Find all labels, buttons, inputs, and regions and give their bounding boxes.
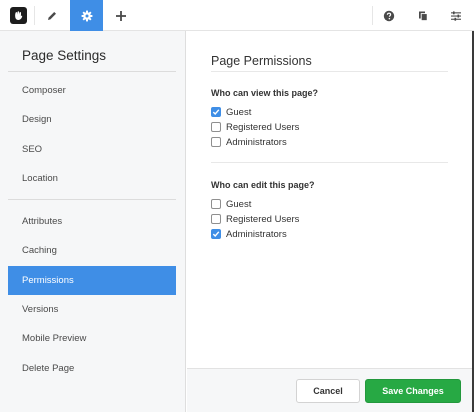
view-registered-users-option[interactable]: Registered Users — [211, 120, 299, 134]
sidebar-item-composer[interactable]: Composer — [8, 76, 176, 105]
edit-section-label: Who can edit this page? — [211, 180, 315, 190]
sidebar-item-design[interactable]: Design — [8, 105, 176, 134]
help-icon — [383, 10, 395, 21]
edit-guest-option[interactable]: Guest — [211, 197, 251, 211]
add-content-button[interactable] — [104, 0, 137, 31]
view-registered-users-checkbox[interactable] — [211, 122, 221, 132]
section-divider — [211, 162, 448, 163]
option-label: Registered Users — [226, 121, 300, 133]
page-settings-button[interactable] — [70, 0, 103, 31]
top-toolbar — [0, 0, 474, 31]
pencil-icon — [48, 11, 56, 20]
sidebar-item-delete-page[interactable]: Delete Page — [8, 354, 176, 383]
option-label: Administrators — [226, 228, 287, 240]
sidebar-item-label: Delete Page — [22, 363, 75, 374]
help-button[interactable] — [374, 0, 404, 31]
sitemap-button[interactable] — [408, 0, 438, 31]
sidebar-item-caching[interactable]: Caching — [8, 236, 176, 265]
sidebar-item-label: Mobile Preview — [22, 333, 87, 344]
concrete-logo-button[interactable] — [4, 0, 32, 31]
edit-registered-users-option[interactable]: Registered Users — [211, 212, 299, 226]
view-section-label: Who can view this page? — [211, 88, 319, 98]
view-administrators-checkbox[interactable] — [211, 137, 221, 147]
sidebar-title: Page Settings — [22, 48, 107, 63]
option-label: Registered Users — [226, 213, 300, 225]
edit-administrators-checkbox[interactable] — [211, 229, 221, 239]
option-label: Guest — [226, 198, 252, 210]
toolbar-divider — [34, 6, 35, 25]
view-administrators-option[interactable]: Administrators — [211, 135, 287, 149]
gear-icon — [81, 10, 92, 21]
sidebar-item-label: Attributes — [22, 216, 63, 227]
sidebar-divider — [8, 199, 176, 200]
plus-icon — [115, 10, 126, 21]
edit-administrators-option[interactable]: Administrators — [211, 227, 287, 241]
edit-registered-users-checkbox[interactable] — [211, 214, 221, 224]
sidebar-item-label: Location — [22, 173, 58, 184]
option-label: Guest — [226, 106, 252, 118]
sidebar-item-versions[interactable]: Versions — [8, 295, 176, 324]
sidebar-item-label: Permissions — [22, 275, 74, 286]
panel-footer: Cancel Save Changes — [187, 368, 474, 412]
toolbar-divider — [372, 6, 373, 25]
sidebar-item-attributes[interactable]: Attributes — [8, 207, 176, 236]
pages-icon — [419, 11, 428, 21]
permissions-panel: Page Permissions Who can view this page?… — [187, 31, 474, 412]
checkmark-icon — [212, 231, 220, 238]
sidebar-item-mobile-preview[interactable]: Mobile Preview — [8, 324, 176, 353]
title-divider — [211, 71, 448, 72]
sidebar-item-label: Versions — [22, 304, 59, 315]
sidebar-item-label: Design — [22, 114, 52, 125]
edit-mode-button[interactable] — [36, 0, 68, 31]
save-changes-button[interactable]: Save Changes — [365, 379, 461, 403]
sidebar-item-label: Caching — [22, 245, 57, 256]
dashboard-button[interactable] — [440, 0, 472, 31]
cancel-button[interactable]: Cancel — [296, 379, 360, 403]
sliders-icon — [451, 10, 461, 21]
view-guest-checkbox[interactable] — [211, 107, 221, 117]
concrete-logo-icon — [9, 7, 27, 24]
sidebar-item-label: SEO — [22, 144, 43, 155]
option-label: Administrators — [226, 136, 287, 148]
sidebar-item-label: Composer — [22, 85, 66, 96]
view-guest-option[interactable]: Guest — [211, 105, 251, 119]
checkmark-icon — [212, 109, 220, 116]
edit-guest-checkbox[interactable] — [211, 199, 221, 209]
sidebar-item-location[interactable]: Location — [8, 164, 176, 193]
sidebar-item-seo[interactable]: SEO — [8, 135, 176, 164]
page-settings-sidebar: Page Settings Composer Design SEO Locati… — [0, 31, 186, 412]
sidebar-divider — [8, 71, 176, 72]
page-title: Page Permissions — [211, 54, 312, 68]
sidebar-item-permissions[interactable]: Permissions — [8, 266, 176, 295]
